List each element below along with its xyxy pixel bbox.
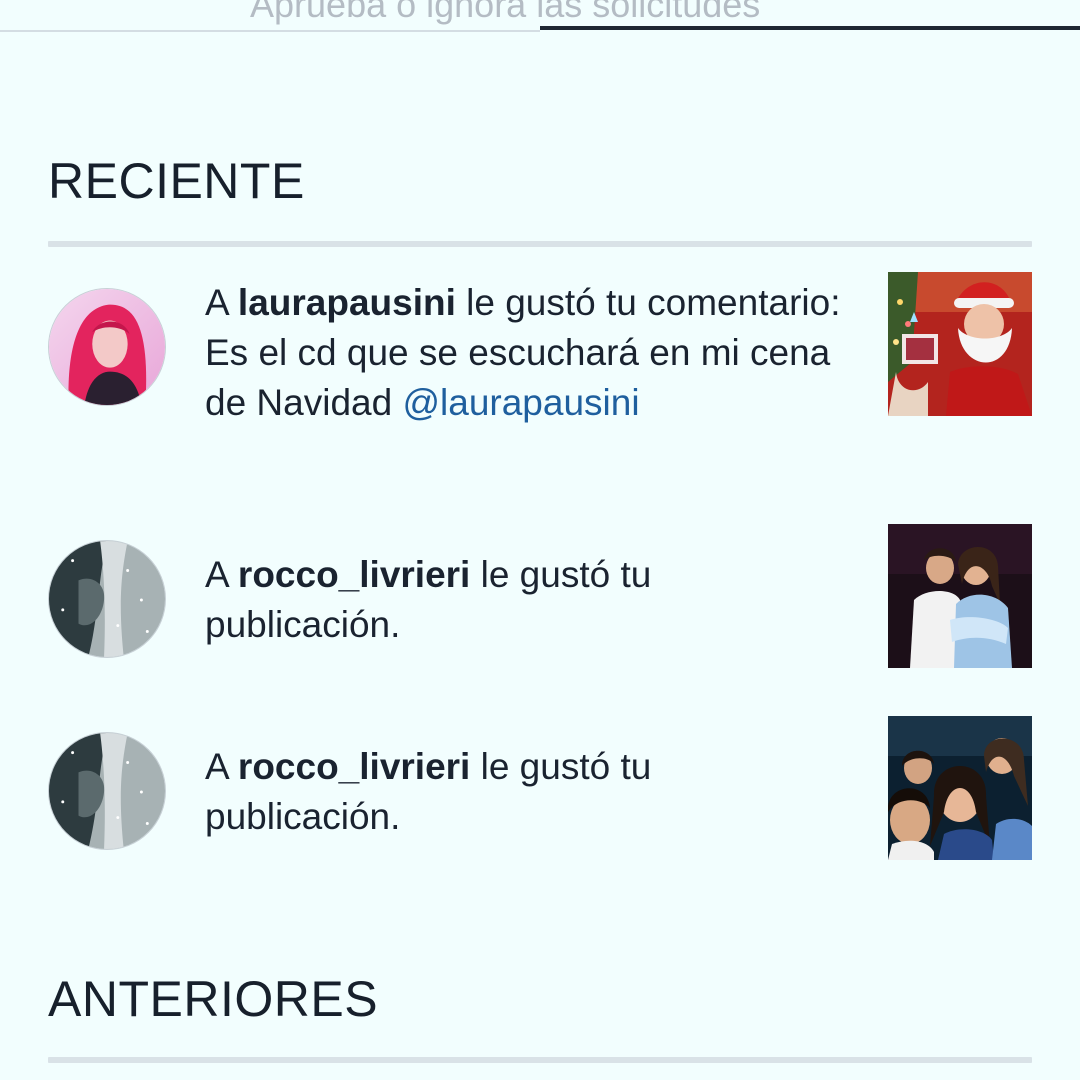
tab-divider xyxy=(0,30,540,32)
section-title-recent: RECIENTE xyxy=(48,153,305,209)
requests-header[interactable]: Aprueba o ignora las solicitudes xyxy=(0,0,1080,34)
notification-prefix: A xyxy=(205,554,238,595)
notification-prefix: A xyxy=(205,282,238,323)
avatar-rocco-livrieri-icon xyxy=(49,733,165,849)
notification-text: A laurapausini le gustó tu comentario: E… xyxy=(205,278,845,428)
username-link[interactable]: laurapausini xyxy=(238,282,456,323)
post-thumbnail[interactable] xyxy=(888,524,1032,668)
avatar[interactable] xyxy=(48,732,166,850)
santa-photo-icon xyxy=(888,272,1032,416)
group-selfie-photo-icon xyxy=(888,716,1032,860)
post-thumbnail[interactable] xyxy=(888,272,1032,416)
friends-photo-icon xyxy=(888,524,1032,668)
notification-text: A rocco_livrieri le gustó tu publicación… xyxy=(205,550,845,650)
active-tab-indicator xyxy=(540,26,1080,30)
section-divider xyxy=(48,1057,1032,1063)
notification-text: A rocco_livrieri le gustó tu publicación… xyxy=(205,742,845,842)
mention-link[interactable]: @laurapausini xyxy=(402,382,639,423)
post-thumbnail[interactable] xyxy=(888,716,1032,860)
username-link[interactable]: rocco_livrieri xyxy=(238,746,470,787)
section-divider xyxy=(48,241,1032,247)
notification-prefix: A xyxy=(205,746,238,787)
section-title-older: ANTERIORES xyxy=(48,971,379,1027)
avatar[interactable] xyxy=(48,540,166,658)
avatar[interactable] xyxy=(48,288,166,406)
username-link[interactable]: rocco_livrieri xyxy=(238,554,470,595)
requests-subtitle: Aprueba o ignora las solicitudes xyxy=(250,0,761,25)
avatar-rocco-livrieri-icon xyxy=(49,541,165,657)
activity-page: Aprueba o ignora las solicitudes RECIENT… xyxy=(0,0,1080,1080)
avatar-laurapausini-icon xyxy=(49,289,165,405)
